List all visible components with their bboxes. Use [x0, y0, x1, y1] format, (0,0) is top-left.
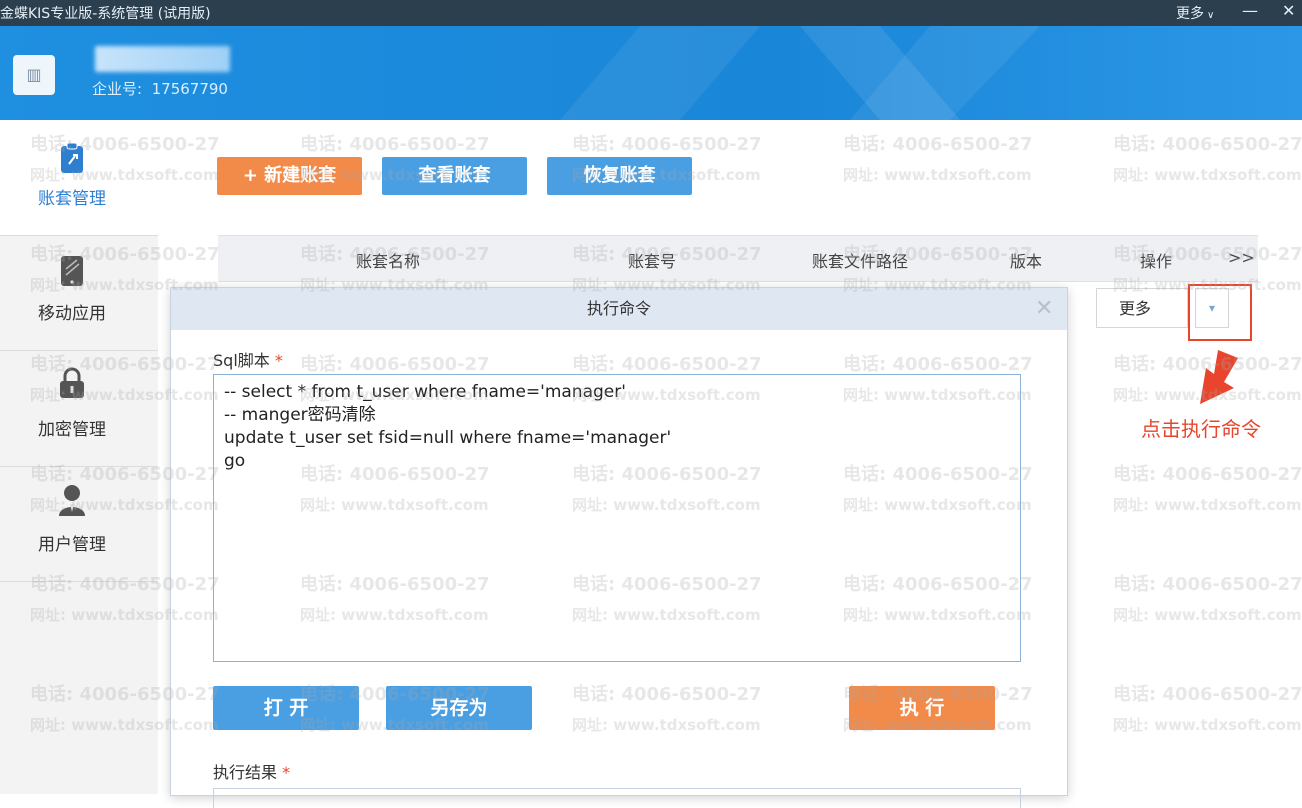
- highlight-box: [1188, 284, 1252, 341]
- execution-result-textarea[interactable]: [213, 788, 1021, 808]
- table-header: 账套名称 账套号 账套文件路径 版本 操作 >>: [218, 235, 1258, 282]
- sidebar-item-mobile-apps[interactable]: 移动应用: [0, 235, 158, 351]
- enterprise-label: 企业号:: [92, 80, 143, 98]
- watermark-text: 电话: 4006-6500-27 网址: www.tdxsoft.com: [843, 130, 1033, 190]
- column-header: 账套号: [628, 252, 677, 271]
- window-title: 金蝶KIS专业版-系统管理 (试用版): [0, 6, 211, 22]
- column-header: 账套名称: [356, 252, 421, 271]
- restore-account-set-button[interactable]: 恢复账套: [547, 157, 692, 195]
- annotation-text: 点击执行命令: [1141, 417, 1261, 441]
- sql-line: -- manger密码清除: [224, 405, 376, 425]
- more-label: 更多: [1176, 6, 1204, 22]
- sql-line: update t_user set fsid=null where fname=…: [224, 428, 672, 448]
- watermark-site: 网址: www.tdxsoft.com: [1113, 166, 1302, 184]
- watermark-phone: 电话: 4006-6500-27: [1113, 684, 1302, 705]
- app-header: ▥ 企业号: 17567790: [0, 26, 1302, 120]
- mobile-icon: [61, 256, 83, 286]
- sidebar-item-users[interactable]: 用户管理: [0, 466, 158, 582]
- watermark-site: 网址: www.tdxsoft.com: [1113, 606, 1302, 624]
- watermark-text: 电话: 4006-6500-27 网址: www.tdxsoft.com: [1113, 130, 1302, 190]
- close-window-button[interactable]: ✕: [1282, 1, 1295, 20]
- row-more-button[interactable]: 更多: [1096, 288, 1188, 328]
- sidebar-item-label: 用户管理: [38, 535, 106, 555]
- execute-command-dialog: 执行命令 ✕ Sql脚本 * -- select * from t_user w…: [170, 287, 1068, 808]
- chevron-down-icon: ∨: [1207, 10, 1215, 21]
- clipboard-icon: [61, 142, 83, 173]
- watermark-phone: 电话: 4006-6500-27: [1113, 464, 1302, 485]
- watermark-text: 电话: 4006-6500-27 网址: www.tdxsoft.com: [1113, 460, 1302, 520]
- sidebar-item-encryption[interactable]: 加密管理: [0, 351, 158, 467]
- sql-line: -- select * from t_user where fname='man…: [224, 382, 626, 402]
- watermark-site: 网址: www.tdxsoft.com: [1113, 716, 1302, 734]
- expand-columns-button[interactable]: >>: [1228, 248, 1255, 267]
- dialog-close-button[interactable]: ✕: [1035, 288, 1053, 330]
- open-button[interactable]: 打 开: [213, 686, 359, 730]
- sidebar-item-label: 账套管理: [38, 189, 106, 209]
- sql-line: go: [224, 451, 246, 471]
- arrow-annotation-icon: [1200, 350, 1238, 404]
- sql-script-textarea[interactable]: -- select * from t_user where fname='man…: [213, 374, 1021, 662]
- required-marker: *: [274, 351, 283, 370]
- sql-label-text: Sql脚本: [213, 351, 270, 370]
- required-marker: *: [282, 763, 291, 782]
- save-as-button[interactable]: 另存为: [386, 686, 532, 730]
- watermark-phone: 电话: 4006-6500-27: [843, 134, 1033, 155]
- watermark-phone: 电话: 4006-6500-27: [572, 134, 762, 155]
- watermark-text: 电话: 4006-6500-27 网址: www.tdxsoft.com: [1113, 680, 1302, 740]
- lock-icon: [60, 367, 84, 398]
- sidebar-item-account-sets[interactable]: 账套管理: [0, 120, 158, 236]
- column-header: 版本: [1010, 252, 1043, 271]
- sql-script-label: Sql脚本 *: [213, 347, 283, 371]
- sidebar: 账套管理 移动应用 加密管理 用户管理: [0, 120, 158, 794]
- result-label-text: 执行结果: [213, 763, 278, 782]
- watermark-site: 网址: www.tdxsoft.com: [843, 166, 1032, 184]
- header-decoration: [560, 26, 1040, 120]
- user-icon: [59, 485, 85, 516]
- sidebar-item-label: 加密管理: [38, 420, 106, 440]
- watermark-phone: 电话: 4006-6500-27: [300, 134, 490, 155]
- sidebar-item-label: 移动应用: [38, 304, 106, 324]
- watermark-phone: 电话: 4006-6500-27: [1113, 574, 1302, 595]
- enterprise-value: 17567790: [151, 80, 228, 98]
- more-menu[interactable]: 更多 ∨: [1176, 3, 1214, 23]
- execute-button[interactable]: 执 行: [849, 686, 995, 730]
- company-name-redacted: [95, 46, 230, 72]
- view-account-set-button[interactable]: 查看账套: [382, 157, 527, 195]
- column-header: 操作: [1140, 252, 1173, 271]
- new-account-set-button[interactable]: + 新建账套: [217, 157, 362, 195]
- execution-result-label: 执行结果 *: [213, 759, 290, 783]
- window-titlebar: 金蝶KIS专业版-系统管理 (试用版) 更多 ∨ — ✕: [0, 0, 1302, 26]
- watermark-phone: 电话: 4006-6500-27: [1113, 134, 1302, 155]
- watermark-text: 电话: 4006-6500-27 网址: www.tdxsoft.com: [1113, 570, 1302, 630]
- watermark-site: 网址: www.tdxsoft.com: [1113, 496, 1302, 514]
- company-logo-icon: ▥: [13, 55, 55, 95]
- dialog-title: 执行命令: [171, 288, 1067, 330]
- enterprise-number: 企业号: 17567790: [92, 78, 228, 99]
- minimize-button[interactable]: —: [1242, 1, 1258, 20]
- column-header: 账套文件路径: [812, 252, 909, 271]
